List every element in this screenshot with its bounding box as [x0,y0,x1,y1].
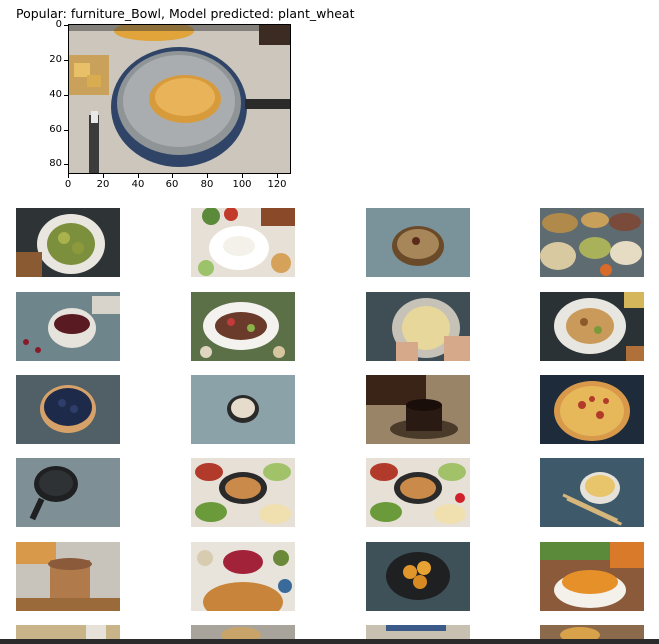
toast-jar-image [16,542,120,611]
gallery-thumbnail[interactable] [366,292,470,361]
gallery-thumbnail[interactable] [16,458,120,527]
x-tick-label: 100 [232,179,252,190]
x-tick-label: 80 [200,179,214,190]
gallery-thumbnail[interactable] [540,458,644,527]
y-tick-mark [64,164,68,165]
y-tick-label: 60 [49,124,62,135]
x-tick-mark [277,174,278,178]
x-tick-label: 120 [267,179,287,190]
frying-pan-pancake-image [69,25,290,173]
gallery-thumbnail[interactable] [191,375,295,444]
gallery-thumbnail[interactable] [366,208,470,277]
meat-salad-plate-image [191,292,295,361]
x-tick-mark [172,174,173,178]
x-tick-label: 40 [131,179,145,190]
gallery-thumbnail[interactable] [366,375,470,444]
partial-image-4 [540,625,644,639]
gallery-thumbnail[interactable] [540,542,644,611]
gallery-thumbnail[interactable] [366,542,470,611]
grain-bowl-image [366,208,470,277]
gallery-thumbnail[interactable] [366,625,470,639]
y-tick-mark [64,130,68,131]
partial-image-1 [16,625,120,639]
gallery-thumbnail[interactable] [16,625,120,639]
x-tick-mark [138,174,139,178]
x-tick-mark [242,174,243,178]
y-tick-mark [64,95,68,96]
x-tick-mark [103,174,104,178]
gallery-thumbnail[interactable] [366,458,470,527]
berry-jam-bowl-image [16,292,120,361]
gallery-thumbnail[interactable] [191,458,295,527]
coffee-cup-image [366,375,470,444]
gallery-thumbnail[interactable] [16,542,120,611]
bottom-edge-bar [0,639,659,644]
spice-bowls-image [540,208,644,277]
cast-iron-pan-image [16,458,120,527]
jam-spread-image [191,542,295,611]
x-tick-mark [207,174,208,178]
gallery-thumbnail[interactable] [16,208,120,277]
gallery-thumbnail[interactable] [191,625,295,639]
x-tick-label: 60 [165,179,179,190]
rice-bowl-image [191,208,295,277]
figure-title: Popular: furniture_Bowl, Model predicted… [16,6,355,21]
y-tick-label: 0 [55,19,62,30]
pizza-image [540,375,644,444]
y-tick-label: 80 [49,158,62,169]
y-tick-mark [64,60,68,61]
food-spread-2-image [366,458,470,527]
y-tick-label: 20 [49,54,62,65]
gallery-thumbnail[interactable] [191,208,295,277]
gallery-thumbnail[interactable] [191,292,295,361]
gallery-thumbnail[interactable] [540,375,644,444]
y-tick-mark [64,25,68,26]
gallery-thumbnail[interactable] [16,292,120,361]
sprouts-plate-image [16,208,120,277]
x-tick-mark [68,174,69,178]
gallery-thumbnail[interactable] [16,375,120,444]
white-beans-bowl-image [191,375,295,444]
gallery-thumbnail[interactable] [191,542,295,611]
nuggets-plate-image [366,542,470,611]
x-tick-label: 20 [96,179,110,190]
gallery-thumbnail[interactable] [540,625,644,639]
y-tick-label: 40 [49,89,62,100]
pasta-plate-image [540,292,644,361]
food-spread-image [191,458,295,527]
partial-image-2 [191,625,295,639]
couscous-plate-image [366,292,470,361]
x-tick-label: 0 [64,179,72,190]
gallery-thumbnail[interactable] [540,292,644,361]
partial-image-3 [366,625,470,639]
noodles-bowl-image [540,458,644,527]
figure-canvas: Popular: furniture_Bowl, Model predicted… [0,0,659,644]
soup-bowl-image [540,542,644,611]
blueberry-bowl-image [16,375,120,444]
main-image-frame [68,24,291,174]
gallery-thumbnail[interactable] [540,208,644,277]
